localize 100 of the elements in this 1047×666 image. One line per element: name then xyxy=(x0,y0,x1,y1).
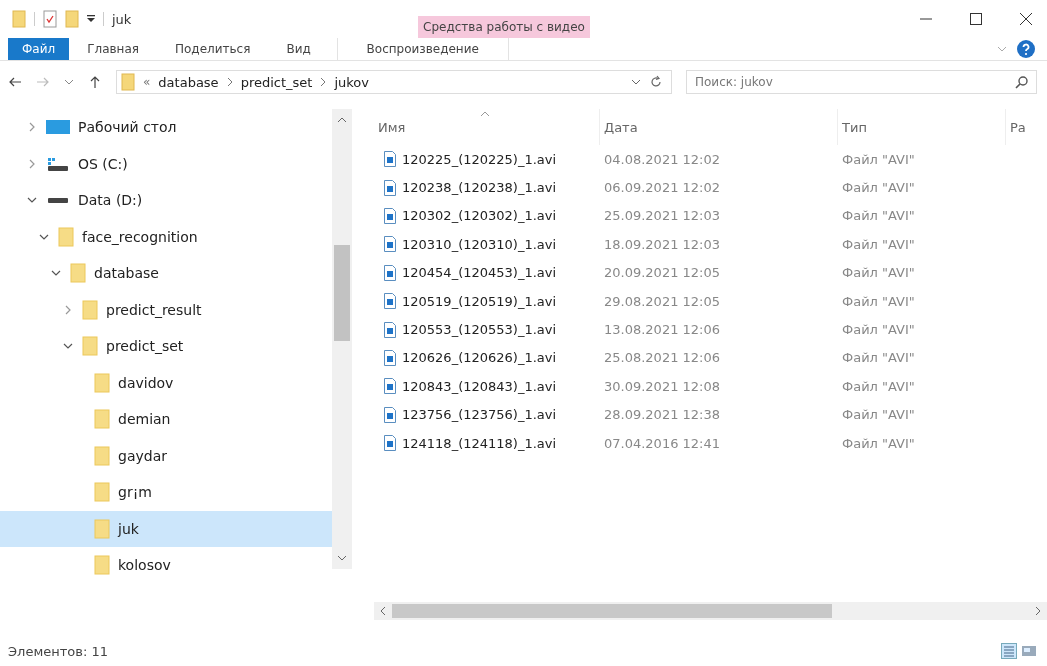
tree-item[interactable]: database xyxy=(0,255,332,292)
ribbon-tab[interactable]: Файл xyxy=(8,38,70,60)
table-cell-text: Файл "AVI" xyxy=(841,350,916,366)
ribbon-tab[interactable]: Главная xyxy=(69,38,157,60)
table-cell-text: 30.09.2021 12:08 xyxy=(603,378,722,394)
column-header[interactable]: Тип xyxy=(838,109,1006,145)
ribbon-tab[interactable]: Воспроизведение xyxy=(336,38,509,60)
ribbon-tab[interactable]: Вид xyxy=(268,38,329,60)
column-header[interactable]: Дата xyxy=(600,109,838,145)
breadcrumb[interactable]: jukov xyxy=(334,74,369,90)
separator-chevron-icon[interactable] xyxy=(226,77,233,87)
search-field[interactable]: Поиск: jukov xyxy=(686,70,1037,94)
desktop-icon xyxy=(46,119,70,136)
expand-ribbon-icon[interactable] xyxy=(997,46,1007,52)
folder-icon xyxy=(82,299,98,320)
table-cell-text: Файл "AVI" xyxy=(841,236,916,252)
scrollbar-thumb[interactable] xyxy=(334,245,350,341)
system-drive-icon xyxy=(46,155,70,172)
folder-icon xyxy=(58,226,74,247)
table-cell-text: Файл "AVI" xyxy=(841,322,916,338)
separator-chevron-icon[interactable] xyxy=(320,77,327,87)
address-bar[interactable]: « database predict_set jukov xyxy=(116,70,672,94)
recent-dropdown-icon[interactable] xyxy=(64,79,74,85)
breadcrumb[interactable]: predict_set xyxy=(240,74,313,90)
folder-icon xyxy=(94,445,110,466)
close-icon[interactable] xyxy=(1019,12,1033,26)
video-file-icon xyxy=(384,151,396,168)
tree-item[interactable]: Рабочий стол xyxy=(0,109,332,146)
back-arrow-icon[interactable] xyxy=(8,75,22,89)
file-name[interactable]: 123756_(123756)_1.avi xyxy=(402,407,557,423)
table-cell-text: 28.09.2021 12:38 xyxy=(603,407,722,423)
video-file-icon xyxy=(384,378,396,395)
video-file-icon xyxy=(384,406,396,423)
tree-item[interactable]: predict_set xyxy=(0,328,332,365)
tree-item[interactable]: face_recognition xyxy=(0,218,332,255)
video-file-icon xyxy=(384,264,396,281)
column-header[interactable]: Ра xyxy=(1006,109,1026,145)
table-cell-text: 25.09.2021 12:03 xyxy=(603,208,722,224)
scrollbar-thumb[interactable] xyxy=(392,604,832,618)
tree-item[interactable]: OS (C:) xyxy=(0,145,332,182)
breadcrumb[interactable]: database xyxy=(158,74,219,90)
table-cell-text: 07.04.2016 12:41 xyxy=(603,435,722,451)
ribbon-tab[interactable]: Поделиться xyxy=(157,38,269,60)
folder-icon xyxy=(94,409,110,430)
window-title: juk xyxy=(112,11,132,27)
overflow-chevron[interactable]: « xyxy=(143,75,151,89)
horizontal-scrollbar[interactable] xyxy=(374,602,1047,620)
column-header[interactable]: Имя xyxy=(374,109,600,145)
tree-item[interactable]: juk xyxy=(0,510,332,547)
tree-item[interactable]: kolosov xyxy=(0,547,332,584)
table-cell-text: 13.08.2021 12:06 xyxy=(603,322,722,338)
tree-item[interactable]: predict_result xyxy=(0,291,332,328)
large-icons-view-icon[interactable] xyxy=(1021,643,1037,659)
folder-icon xyxy=(94,372,110,393)
scroll-right-icon[interactable] xyxy=(1035,606,1041,616)
table-cell-text: 04.08.2021 12:02 xyxy=(603,151,722,167)
folder-icon xyxy=(94,518,110,539)
file-name[interactable]: 120519_(120519)_1.avi xyxy=(402,293,557,309)
address-dropdown-icon[interactable] xyxy=(631,79,641,85)
maximize-icon[interactable] xyxy=(969,12,983,26)
dropdown-icon[interactable] xyxy=(87,15,95,23)
table-cell-text: Файл "AVI" xyxy=(841,151,916,167)
table-cell-text: Файл "AVI" xyxy=(841,378,916,394)
file-name[interactable]: 120225_(120225)_1.avi xyxy=(402,151,557,167)
file-name[interactable]: 120310_(120310)_1.avi xyxy=(402,236,557,252)
file-name[interactable]: 120843_(120843)_1.avi xyxy=(402,378,557,394)
scroll-down-icon[interactable] xyxy=(337,555,347,561)
video-file-icon xyxy=(384,236,396,253)
tree-item[interactable]: Data (D:) xyxy=(0,182,332,219)
expand-chevron-icon[interactable] xyxy=(27,158,37,169)
video-file-icon xyxy=(384,349,396,366)
folder-icon xyxy=(94,555,110,576)
table-cell-text: 29.08.2021 12:05 xyxy=(603,293,722,309)
folder-icon xyxy=(94,482,110,503)
expand-chevron-icon[interactable] xyxy=(27,122,37,133)
sort-ascending-icon xyxy=(480,111,490,117)
file-name[interactable]: 120553_(120553)_1.avi xyxy=(402,322,557,338)
file-name[interactable]: 120302_(120302)_1.avi xyxy=(402,208,557,224)
tree-item[interactable]: gaydar xyxy=(0,437,332,474)
file-name[interactable]: 120238_(120238)_1.avi xyxy=(402,180,557,196)
refresh-icon[interactable] xyxy=(649,75,663,89)
expand-chevron-icon[interactable] xyxy=(63,304,73,315)
vertical-scrollbar[interactable] xyxy=(332,109,352,569)
up-arrow-icon[interactable] xyxy=(88,75,102,89)
folder-icon xyxy=(70,263,86,284)
scroll-left-icon[interactable] xyxy=(380,606,386,616)
file-name[interactable]: 120454_(120453)_1.avi xyxy=(402,265,557,281)
help-icon[interactable] xyxy=(1017,40,1035,58)
file-name[interactable]: 120626_(120626)_1.avi xyxy=(402,350,557,366)
table-cell-text: Файл "AVI" xyxy=(841,435,916,451)
properties-icon[interactable] xyxy=(43,10,57,28)
drive-icon xyxy=(48,197,68,203)
scroll-up-icon[interactable] xyxy=(337,117,347,123)
file-name[interactable]: 124118_(124118)_1.avi xyxy=(402,435,557,451)
tree-item[interactable]: demian xyxy=(0,401,332,438)
video-file-icon xyxy=(384,321,396,338)
tree-item[interactable]: davidov xyxy=(0,364,332,401)
table-cell-text: Файл "AVI" xyxy=(841,293,916,309)
table-cell-text: Файл "AVI" xyxy=(841,208,916,224)
tree-item[interactable]: gr¡m xyxy=(0,474,332,511)
